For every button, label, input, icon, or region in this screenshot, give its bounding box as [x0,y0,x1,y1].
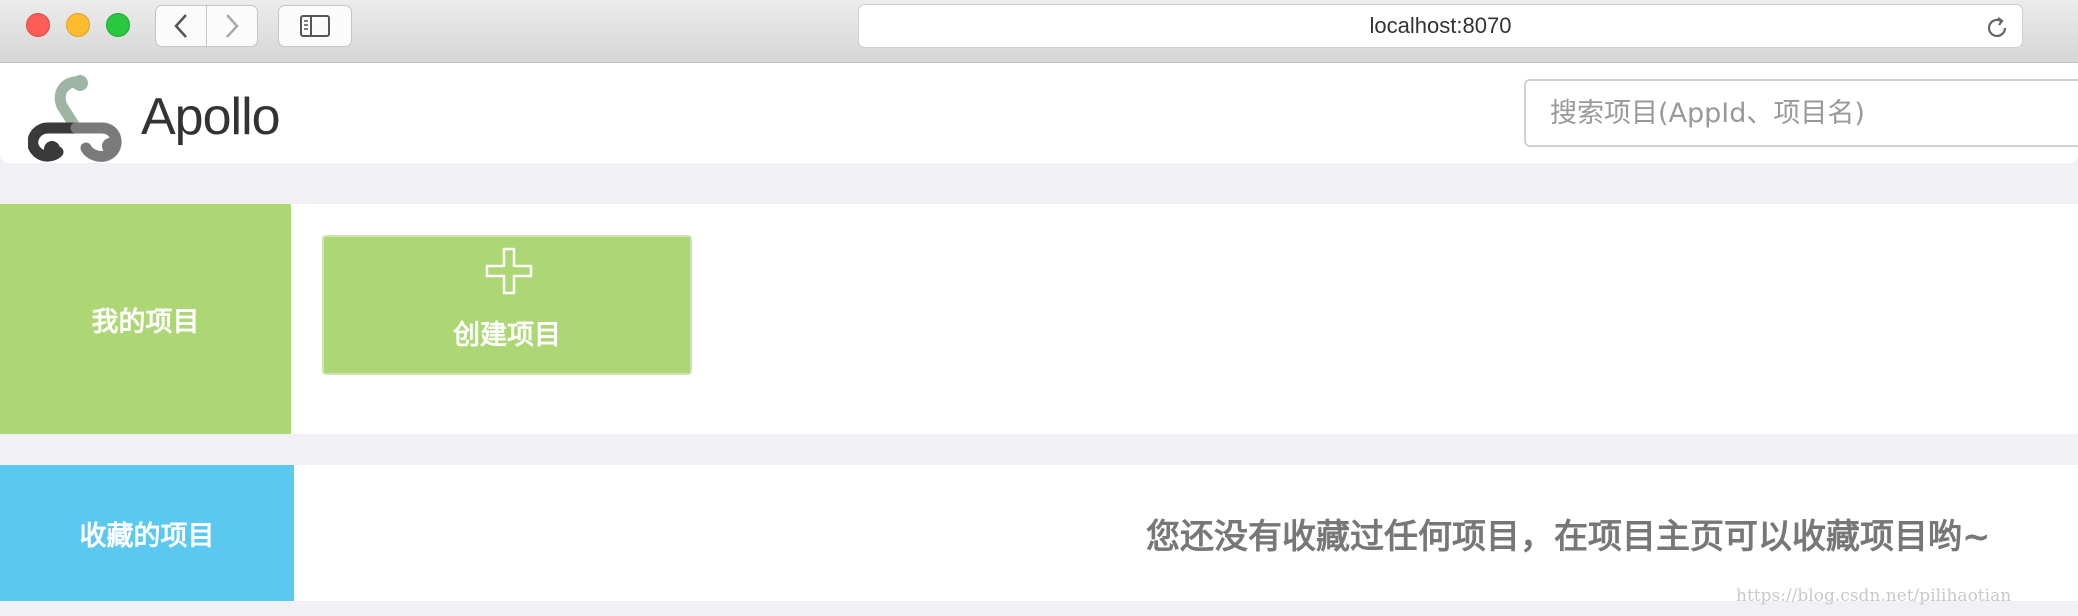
close-window-button[interactable] [26,13,50,37]
apollo-logo-text[interactable]: Apollo [141,87,281,147]
url-text: localhost:8070 [1369,13,1512,38]
forward-button[interactable] [206,6,257,46]
browser-titlebar: localhost:8070 [0,0,2078,63]
watermark-text: https://blog.csdn.net/pilihaotian [1736,586,2012,606]
back-button[interactable] [156,6,206,46]
apollo-logo-icon[interactable] [28,66,132,162]
app-header: Apollo [0,63,2078,163]
sidebar-icon [300,15,330,37]
create-project-label: 创建项目 [453,320,561,351]
no-favorites-message: 您还没有收藏过任何项目，在项目主页可以收藏项目哟~ [1146,517,1991,557]
maximize-window-button[interactable] [106,13,130,37]
minimize-window-button[interactable] [66,13,90,37]
history-nav [155,5,258,47]
my-projects-label: 我的项目 [0,204,291,434]
my-projects-section: 我的项目 创建项目 [0,204,2078,434]
chevron-right-icon [226,14,239,38]
chevron-left-icon [174,14,187,38]
reload-icon[interactable] [1984,15,2010,41]
project-search-input[interactable] [1524,79,2078,147]
create-project-button[interactable]: 创建项目 [322,235,692,375]
address-bar[interactable]: localhost:8070 [858,4,2023,48]
favorite-projects-section: 收藏的项目 您还没有收藏过任何项目，在项目主页可以收藏项目哟~ [0,465,2078,601]
plus-icon [485,247,533,295]
favorite-projects-label: 收藏的项目 [0,465,294,601]
sidebar-toggle-button[interactable] [278,5,352,47]
